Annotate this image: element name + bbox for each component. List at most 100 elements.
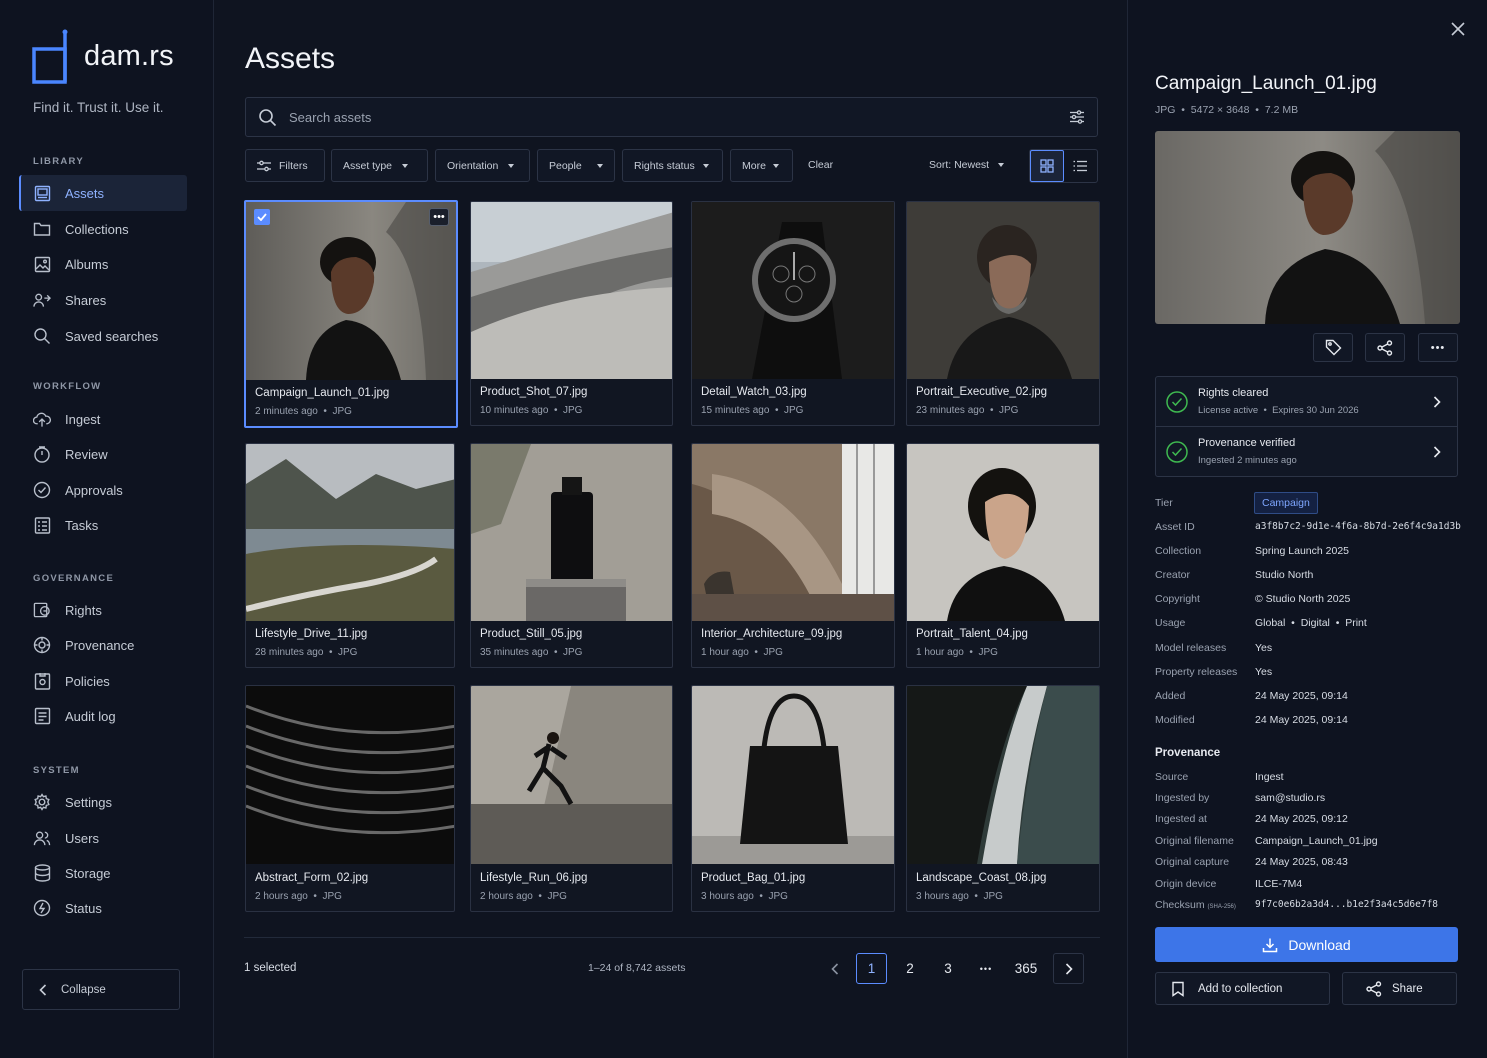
- asset-meta: 35 minutes ago • JPG: [480, 647, 583, 658]
- more-dropdown[interactable]: More: [730, 149, 793, 182]
- pagination-page-2[interactable]: 2: [895, 953, 925, 984]
- asset-type-dropdown[interactable]: Asset type: [331, 149, 428, 182]
- asset-name: Portrait_Executive_02.jpg: [916, 386, 1048, 398]
- tag-button[interactable]: [1313, 333, 1353, 362]
- filters-button[interactable]: Filters: [245, 149, 325, 182]
- download-label: Download: [1288, 936, 1351, 953]
- rights-status-card[interactable]: Rights cleared License active • Expires …: [1155, 376, 1458, 427]
- asset-card-product-still[interactable]: Product_Still_05.jpg 35 minutes ago • JP…: [470, 443, 673, 668]
- asset-age: 3 hours ago: [701, 891, 754, 902]
- share-icon: [1366, 980, 1382, 997]
- clear-filters-link[interactable]: Clear: [808, 159, 833, 171]
- sidebar-item-label: Shares: [65, 292, 107, 308]
- caret-down-icon: [508, 163, 515, 168]
- prov-key-ingested-by: Ingested by: [1155, 792, 1210, 804]
- rights-status-dropdown[interactable]: Rights status: [622, 149, 723, 182]
- asset-age: 28 minutes ago: [255, 647, 324, 658]
- sort-dropdown[interactable]: Sort: Newest: [929, 159, 1005, 171]
- sidebar-item-users[interactable]: Users: [19, 820, 187, 856]
- asset-card-landscape-coast[interactable]: Landscape_Coast_08.jpg 3 hours ago • JPG: [906, 685, 1100, 912]
- asset-card-portrait-talent[interactable]: Portrait_Talent_04.jpg 1 hour ago • JPG: [906, 443, 1100, 668]
- sidebar-item-saved-searches[interactable]: Saved searches: [19, 318, 187, 354]
- sidebar-item-assets[interactable]: Assets: [19, 175, 187, 211]
- sidebar-item-audit-log[interactable]: Audit log: [19, 698, 187, 734]
- asset-card-portrait-executive[interactable]: Portrait_Executive_02.jpg 23 minutes ago…: [906, 201, 1100, 426]
- asset-type: JPG: [563, 647, 583, 658]
- meta-key-usage: Usage: [1155, 617, 1186, 629]
- download-icon: [1263, 938, 1278, 952]
- details-title: Campaign_Launch_01.jpg: [1155, 73, 1377, 94]
- tune-icon[interactable]: [1069, 109, 1085, 125]
- sidebar-item-rights[interactable]: Rights: [19, 592, 187, 628]
- grid-view-button[interactable]: [1030, 150, 1064, 182]
- sidebar-item-collections[interactable]: Collections: [19, 211, 187, 247]
- asset-card-product-shot[interactable]: Product_Shot_07.jpg 10 minutes ago • JPG: [470, 201, 673, 426]
- pagination-page-1[interactable]: 1: [856, 953, 887, 984]
- pagination-next-button[interactable]: [1053, 953, 1084, 984]
- asset-meta: 23 minutes ago • JPG: [916, 405, 1019, 416]
- sidebar-item-settings[interactable]: Settings: [19, 784, 187, 820]
- sidebar-item-ingest[interactable]: Ingest: [19, 401, 187, 437]
- sidebar-item-policies[interactable]: Policies: [19, 663, 187, 699]
- download-button[interactable]: Download: [1155, 927, 1458, 962]
- asset-card-lifestyle-drive[interactable]: Lifestyle_Drive_11.jpg 28 minutes ago • …: [245, 443, 455, 668]
- sidebar-item-label: Users: [65, 830, 99, 846]
- search-input[interactable]: [289, 109, 1029, 125]
- close-icon[interactable]: [1449, 20, 1467, 38]
- orientation-dropdown[interactable]: Orientation: [435, 149, 530, 182]
- asset-card-detail-watch[interactable]: Detail_Watch_03.jpg 15 minutes ago • JPG: [691, 201, 895, 426]
- share-link-button[interactable]: [1365, 333, 1405, 362]
- database-icon: [33, 864, 51, 882]
- section-label-workflow: WORKFLOW: [33, 381, 102, 392]
- collapse-button[interactable]: Collapse: [22, 969, 180, 1010]
- asset-age: 23 minutes ago: [916, 405, 985, 416]
- asset-thumbnail: [907, 202, 1099, 379]
- asset-card-abstract-form[interactable]: Abstract_Form_02.jpg 2 hours ago • JPG: [245, 685, 455, 912]
- add-to-collection-button[interactable]: Add to collection: [1155, 972, 1330, 1005]
- meta-value-copyright: © Studio North 2025: [1255, 593, 1351, 605]
- tasks-icon: [33, 516, 51, 534]
- asset-thumbnail: [907, 686, 1099, 864]
- meta-key-tier: Tier: [1155, 497, 1173, 509]
- list-view-button[interactable]: [1064, 150, 1097, 182]
- prov-key-checksum: Checksum (SHA-256): [1155, 899, 1236, 911]
- prov-value-ingested-by: sam@studio.rs: [1255, 792, 1326, 804]
- pagination-page-3[interactable]: 3: [933, 953, 963, 984]
- bookmark-icon: [1172, 981, 1184, 997]
- sidebar-item-provenance[interactable]: Provenance: [19, 627, 187, 663]
- select-checkbox[interactable]: [254, 209, 270, 225]
- sidebar-item-albums[interactable]: Albums: [19, 246, 187, 282]
- card-more-button[interactable]: •••: [429, 208, 449, 226]
- asset-preview[interactable]: [1155, 131, 1460, 324]
- asset-card-interior-architecture[interactable]: Interior_Architecture_09.jpg 1 hour ago …: [691, 443, 895, 668]
- sidebar-item-status[interactable]: Status: [19, 890, 187, 926]
- sidebar-item-review[interactable]: Review: [19, 436, 187, 472]
- file-format: JPG: [1155, 104, 1176, 116]
- prov-value-original-filename: Campaign_Launch_01.jpg: [1255, 835, 1378, 847]
- page-title: Assets: [245, 42, 336, 75]
- sidebar-item-label: Assets: [65, 185, 105, 201]
- asset-type: JPG: [768, 891, 788, 902]
- sidebar-item-shares[interactable]: Shares: [19, 282, 187, 318]
- sidebar-item-approvals[interactable]: Approvals: [19, 472, 187, 508]
- asset-card-lifestyle-run[interactable]: Lifestyle_Run_06.jpg 2 hours ago • JPG: [470, 685, 673, 912]
- brand-logo[interactable]: dam.rs: [32, 28, 174, 84]
- asset-card-campaign-launch[interactable]: ••• Campaign_Launch_01.jpg 2 minutes ago…: [244, 200, 458, 428]
- share-button[interactable]: Share: [1342, 972, 1457, 1005]
- sidebar-item-tasks[interactable]: Tasks: [19, 507, 187, 543]
- provenance-status-card[interactable]: Provenance verified Ingested 2 minutes a…: [1155, 426, 1458, 477]
- asset-age: 1 hour ago: [701, 647, 749, 658]
- pagination-prev-button[interactable]: [820, 953, 850, 984]
- sidebar-item-storage[interactable]: Storage: [19, 855, 187, 891]
- details-more-button[interactable]: •••: [1418, 333, 1458, 362]
- asset-card-product-bag[interactable]: Product_Bag_01.jpg 3 hours ago • JPG: [691, 685, 895, 912]
- chevron-left-icon: [39, 983, 47, 996]
- meta-key-collection: Collection: [1155, 545, 1202, 557]
- asset-age: 2 hours ago: [255, 891, 308, 902]
- assets-icon: [33, 184, 51, 202]
- asset-meta: 2 hours ago • JPG: [480, 891, 567, 902]
- people-dropdown[interactable]: People: [537, 149, 615, 182]
- add-to-collection-label: Add to collection: [1198, 982, 1283, 995]
- asset-age: 15 minutes ago: [701, 405, 770, 416]
- pagination-page-last[interactable]: 365: [1008, 953, 1044, 984]
